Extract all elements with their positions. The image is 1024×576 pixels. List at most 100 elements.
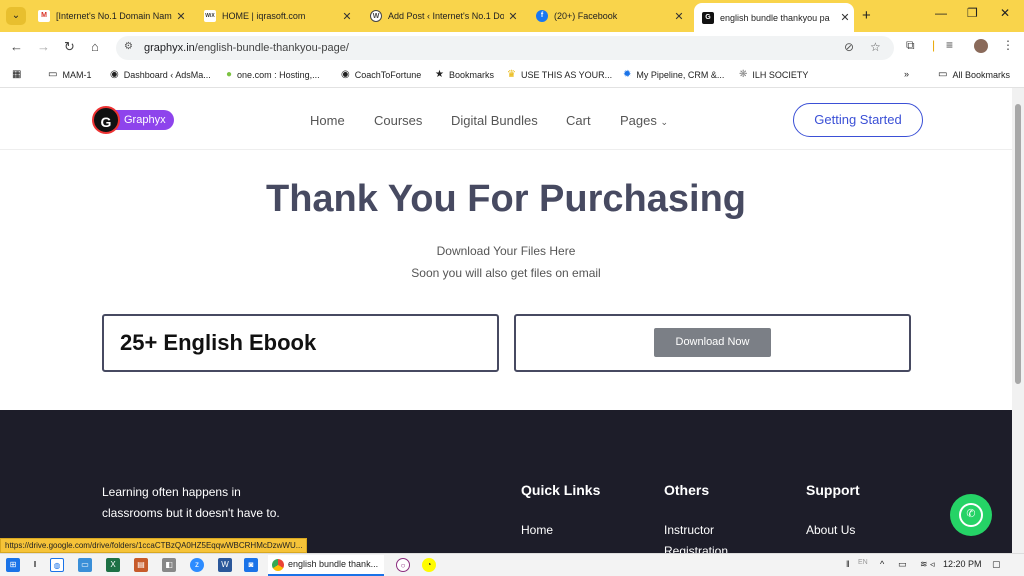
chevron-down-icon: ⌄ <box>660 117 669 127</box>
footer-support-heading: Support <box>806 482 860 498</box>
address-bar[interactable]: ⚙ graphyx.in/english-bundle-thankyou-pag… <box>116 36 894 60</box>
tab-search-button[interactable]: ⌄ <box>6 7 26 25</box>
close-tab-icon[interactable]: ✕ <box>338 10 356 23</box>
extensions-icon[interactable]: ⧉ <box>906 38 915 53</box>
bookmark-use-this[interactable]: ♛ USE THIS AS YOUR... <box>507 69 612 80</box>
footer-link-home[interactable]: Home <box>521 523 553 537</box>
tab-add-post[interactable]: W Add Post ‹ Internet's No.1 Do ✕ <box>362 4 522 28</box>
nav-cart[interactable]: Cart <box>566 113 591 128</box>
close-tab-icon[interactable]: ✕ <box>670 10 688 23</box>
page-title: Thank You For Purchasing <box>266 178 746 220</box>
monitor-app-icon[interactable]: ▭ <box>78 558 92 572</box>
globe-icon: ◉ <box>341 69 350 80</box>
home-icon[interactable]: ⌂ <box>91 39 99 54</box>
search-icon[interactable]: ‖ <box>28 558 42 572</box>
whatsapp-chat-button[interactable]: ✆ <box>950 494 992 536</box>
footer-link-instructor[interactable]: Instructor <box>664 523 714 537</box>
graphyx-icon: G <box>702 11 714 24</box>
wifi-icon[interactable]: ≋ <box>920 559 928 570</box>
footer-others-heading: Others <box>664 482 710 498</box>
bookmark-onecom[interactable]: ● one.com : Hosting,... <box>226 69 320 80</box>
url-text[interactable]: graphyx.in/english-bundle-thankyou-page/ <box>144 42 349 54</box>
download-now-button[interactable]: Download Now <box>654 328 771 357</box>
app-icon[interactable]: ◙ <box>244 558 258 572</box>
back-arrow-icon[interactable]: ← <box>10 39 23 54</box>
forward-arrow-icon[interactable]: → <box>37 39 50 54</box>
footer-link-about-us[interactable]: About Us <box>806 523 855 537</box>
download-box: Download Now <box>514 314 911 372</box>
tab-strip: ⌄ M [Internet's No.1 Domain Nam ✕ WiX HO… <box>0 0 1024 32</box>
zoom-icon[interactable]: z <box>190 558 204 572</box>
restore-icon[interactable]: ❐ <box>967 6 978 20</box>
close-tab-icon[interactable]: ✕ <box>172 10 190 23</box>
site-logo[interactable]: G Graphyx <box>92 106 174 134</box>
close-tab-icon[interactable]: ✕ <box>504 10 522 23</box>
volume-icon[interactable]: ◃ <box>930 559 935 570</box>
divider: | <box>932 38 936 52</box>
tab-facebook[interactable]: f (20+) Facebook ✕ <box>528 4 688 28</box>
crown-icon: ♛ <box>507 69 516 80</box>
eye-off-icon[interactable]: ⊘ <box>844 40 854 54</box>
footer-tagline: Learning often happens in classrooms but… <box>102 485 280 520</box>
bookmark-star-icon[interactable]: ☆ <box>870 40 881 54</box>
more-bookmarks-icon[interactable]: » <box>904 69 909 79</box>
app-icon[interactable]: ◧ <box>162 558 176 572</box>
bookmark-dashboard[interactable]: ◉ Dashboard ‹ AdsMa... <box>110 69 211 80</box>
close-window-icon[interactable]: ✕ <box>1000 6 1010 20</box>
app-icon[interactable]: ○ <box>396 558 410 572</box>
nav-home[interactable]: Home <box>310 113 345 128</box>
reload-icon[interactable]: ↻ <box>64 39 75 55</box>
getting-started-button[interactable]: Getting Started <box>793 103 923 137</box>
apps-grid-icon[interactable]: ▦ <box>12 69 26 80</box>
site-header: G Graphyx Home Courses Digital Bundles C… <box>0 88 1012 150</box>
keyboard-language[interactable]: EN <box>858 559 868 566</box>
bookmark-ilh-society[interactable]: ❋ ILH SOCIETY <box>739 69 808 80</box>
graphyx-logo-icon: G <box>92 106 120 134</box>
nav-digital-bundles[interactable]: Digital Bundles <box>451 113 538 128</box>
tab-english-bundle[interactable]: G english bundle thankyou pa ✕ <box>694 3 854 32</box>
more-menu-icon[interactable]: ⋮ <box>1002 38 1014 52</box>
profile-avatar[interactable] <box>974 39 988 53</box>
clock-time[interactable]: 12:20 PM <box>943 559 982 569</box>
show-hidden-icons-icon[interactable]: ^ <box>880 559 884 569</box>
bookmark-bookmarks[interactable]: ★ Bookmarks <box>435 69 494 80</box>
taskbar-active-chrome[interactable]: english bundle thank... <box>268 555 384 576</box>
folder-icon: ▭ <box>938 69 948 80</box>
bookmark-pipeline[interactable]: ✹ My Pipeline, CRM &... <box>623 69 724 80</box>
browser-app-icon[interactable]: ◍ <box>50 558 64 572</box>
scroll-thumb[interactable] <box>1015 104 1021 384</box>
excel-icon[interactable]: X <box>106 558 120 572</box>
folder-icon: ▭ <box>48 69 58 80</box>
nav-courses[interactable]: Courses <box>374 113 422 128</box>
page-viewport: G Graphyx Home Courses Digital Bundles C… <box>0 88 1012 553</box>
tab-iqrasoft[interactable]: WiX HOME | iqrasoft.com ✕ <box>196 4 356 28</box>
site-info-icon[interactable]: ⚙ <box>124 41 133 52</box>
page-scrollbar[interactable] <box>1012 88 1024 553</box>
bookmark-mam-1[interactable]: ▭ MAM-1 <box>48 69 91 80</box>
footer-quick-links-heading: Quick Links <box>521 482 601 498</box>
footer-link-registration[interactable]: Registration <box>664 544 728 553</box>
network-icon[interactable]: ▭ <box>898 559 907 570</box>
media-control-icon[interactable]: ≡ <box>946 38 953 52</box>
bookmark-coachtofortune[interactable]: ◉ CoachToFortune <box>341 69 421 80</box>
wix-icon: WiX <box>204 10 216 22</box>
tab-gmail[interactable]: M [Internet's No.1 Domain Nam ✕ <box>30 4 190 28</box>
app-icon[interactable]: ▤ <box>134 558 148 572</box>
notifications-icon[interactable]: ▢ <box>992 559 1001 570</box>
globe-icon: ◉ <box>110 69 119 80</box>
nav-pages[interactable]: Pages ⌄ <box>620 113 668 128</box>
windows-start-icon[interactable]: ⊞ <box>6 558 20 572</box>
facebook-icon: f <box>536 10 548 22</box>
bookmarks-bar: ▦ ▭ MAM-1 ◉ Dashboard ‹ AdsMa... ● one.com … <box>0 62 1024 88</box>
email-subtitle: Soon you will also get files on email <box>411 266 601 280</box>
word-icon[interactable]: W <box>218 558 232 572</box>
minimize-icon[interactable]: — <box>935 6 947 20</box>
onecom-icon: ● <box>226 69 233 80</box>
snapchat-icon[interactable]: ◔ <box>422 558 436 572</box>
all-bookmarks[interactable]: ▭ All Bookmarks <box>938 69 1010 80</box>
chrome-icon <box>272 559 284 571</box>
new-tab-button[interactable]: + <box>862 7 871 24</box>
close-tab-icon[interactable]: ✕ <box>836 11 854 24</box>
gear-icon: ✹ <box>623 69 632 80</box>
download-subtitle: Download Your Files Here <box>436 244 576 258</box>
